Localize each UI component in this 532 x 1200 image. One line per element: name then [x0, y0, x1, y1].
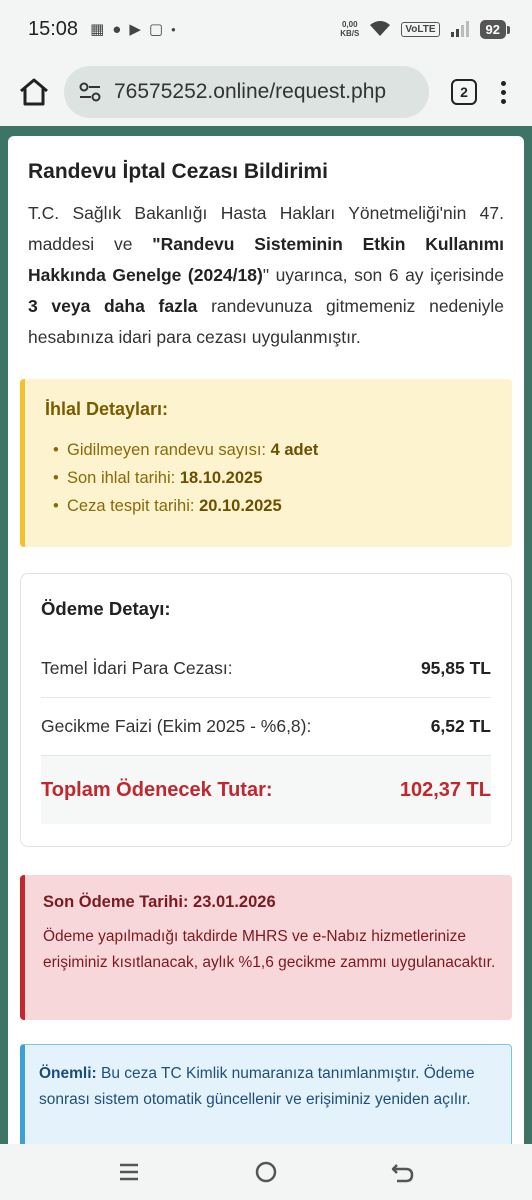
intro-paragraph: T.C. Sağlık Bakanlığı Hasta Hakları Yöne… — [28, 203, 505, 347]
payment-title: Ödeme Detayı: — [41, 598, 171, 619]
wifi-icon — [370, 21, 391, 36]
browser-toolbar: 76575252.online/request.php 2 — [0, 58, 532, 126]
payment-row-late-interest: Gecikme Faizi (Ekim 2025 - %6,8): 6,52 T… — [41, 698, 491, 756]
address-bar[interactable]: 76575252.online/request.php — [64, 66, 429, 118]
payment-row-total: Toplam Ödenecek Tutar: 102,37 TL — [41, 756, 491, 824]
clock: 15:08 — [28, 17, 79, 40]
system-navigation-bar — [0, 1144, 532, 1200]
violation-threshold: 3 veya daha fazla — [28, 296, 198, 316]
network-speed: 0,00 KB/S — [340, 20, 360, 38]
total-label: Toplam Ödenecek Tutar: — [41, 778, 273, 801]
web-page: Randevu İptal Cezası Bildirimi T.C. Sağl… — [0, 126, 532, 1144]
url-text: 76575252.online/request.php — [114, 80, 387, 103]
payment-label: Temel İdari Para Cezası: — [41, 658, 233, 678]
site-settings-icon[interactable] — [78, 82, 102, 102]
volte-badge: VoLTE — [401, 21, 440, 37]
list-item: Son ihlal tarihi: 18.10.2025 — [45, 464, 494, 492]
violation-title: İhlal Detayları: — [45, 399, 169, 419]
total-amount: 102,37 TL — [399, 778, 491, 801]
recent-apps-icon — [119, 1163, 138, 1181]
back-icon — [392, 1164, 414, 1183]
home-button[interactable] — [14, 72, 54, 112]
home-circle-icon — [255, 1161, 277, 1183]
page-title: Randevu İptal Cezası Bildirimi — [28, 160, 328, 183]
important-text: Önemli: Bu ceza TC Kimlik numaranıza tan… — [39, 1065, 475, 1108]
tab-switcher-button[interactable]: 2 — [451, 79, 477, 105]
payment-label: Gecikme Faizi (Ekim 2025 - %6,8): — [41, 716, 312, 736]
important-label: Önemli: — [39, 1065, 97, 1082]
deadline-title: Son Ödeme Tarihi: 23.01.2026 — [43, 893, 276, 911]
facebook-notification-icon: ● — [112, 20, 122, 38]
list-item: Gidilmeyen randevu sayısı: 4 adet — [45, 436, 494, 464]
home-nav-button[interactable] — [246, 1152, 286, 1192]
deadline-text: Ödeme yapılmadığı takdirde MHRS ve e-Nab… — [43, 928, 496, 971]
payment-amount: 95,85 TL — [420, 658, 491, 678]
payment-amount: 6,52 TL — [430, 716, 491, 736]
youtube-notification-icon: ▶ — [129, 21, 141, 38]
list-item: Ceza tespit tarihi: 20.10.2025 — [45, 492, 494, 520]
screenshot-notification-icon: ▢ — [148, 21, 164, 38]
calendar-notification-icon: ▦ — [90, 21, 105, 38]
more-notifications-icon: ● — [171, 24, 176, 34]
violation-list: Gidilmeyen randevu sayısı: 4 adet Son ih… — [45, 436, 494, 520]
home-icon — [20, 78, 48, 106]
deadline-alert: Son Ödeme Tarihi: 23.01.2026 Ödeme yapıl… — [20, 875, 512, 1020]
recent-apps-button[interactable] — [109, 1152, 149, 1192]
status-bar: 15:08 ▦ ● ▶ ▢ ● 0,00 KB/S VoLTE 92 — [0, 0, 532, 58]
battery-indicator: 92 — [479, 19, 511, 39]
payment-details-box: Ödeme Detayı: Temel İdari Para Cezası: 9… — [20, 573, 512, 847]
notice-card: Randevu İptal Cezası Bildirimi T.C. Sağl… — [8, 136, 524, 1144]
violation-details-box: İhlal Detayları: Gidilmeyen randevu sayı… — [20, 379, 512, 547]
important-info-box: Önemli: Bu ceza TC Kimlik numaranıza tan… — [20, 1044, 512, 1144]
more-options-icon[interactable] — [501, 80, 506, 104]
signal-icon — [450, 21, 469, 37]
payment-row-base-fine: Temel İdari Para Cezası: 95,85 TL — [41, 640, 491, 698]
back-button[interactable] — [383, 1152, 423, 1192]
